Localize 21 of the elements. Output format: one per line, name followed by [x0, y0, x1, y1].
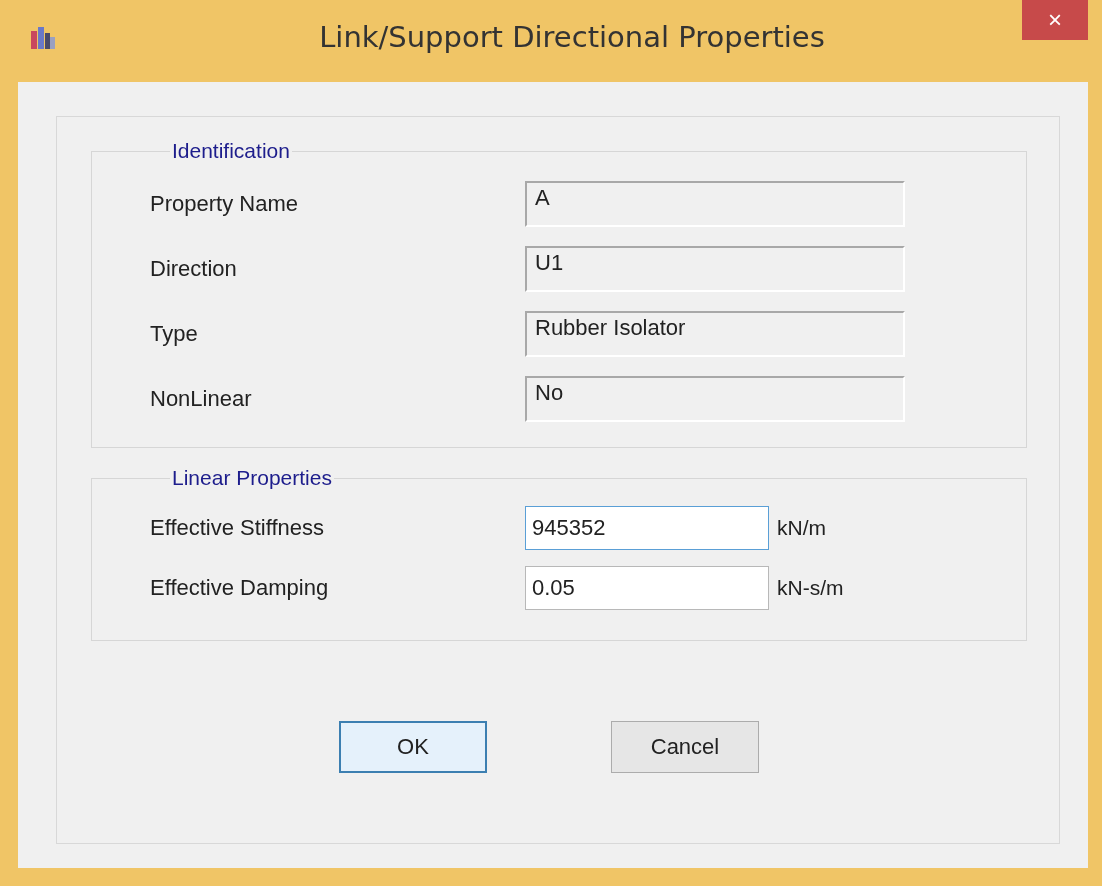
field-label: Effective Damping: [150, 575, 330, 601]
read-only-field: No: [525, 375, 905, 422]
read-only-field: Rubber Isolator: [525, 310, 905, 357]
read-only-field: A: [525, 180, 905, 227]
field-label: Effective Stiffness: [150, 515, 326, 541]
input-field[interactable]: 0.05: [525, 566, 769, 610]
field-label: Type: [150, 320, 199, 347]
input-field[interactable]: 945352: [525, 506, 769, 550]
ok-button[interactable]: OK: [339, 721, 487, 773]
unit-label: kN-s/m: [777, 576, 844, 600]
window-title: Link/Support Directional Properties: [318, 20, 826, 54]
close-button[interactable]: ×: [1022, 0, 1088, 40]
field-label: Direction: [150, 255, 238, 282]
field-label: Property Name: [150, 190, 299, 217]
field-label: NonLinear: [150, 385, 253, 412]
group-title: Linear Properties: [171, 466, 333, 490]
app-icon: [30, 25, 56, 51]
read-only-field: U1: [525, 245, 905, 292]
unit-label: kN/m: [777, 516, 826, 540]
cancel-button[interactable]: Cancel: [611, 721, 759, 773]
group-title: Identification: [171, 139, 291, 163]
